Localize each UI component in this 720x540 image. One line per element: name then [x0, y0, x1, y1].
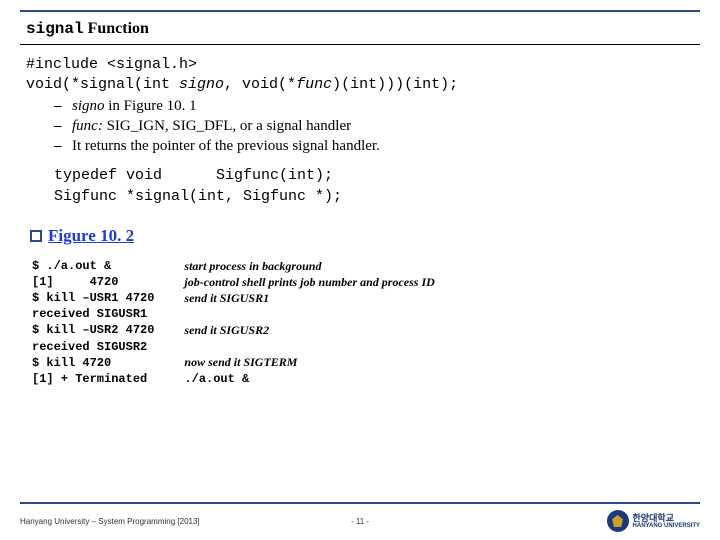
- dash-icon: –: [54, 136, 72, 156]
- tr4: send it SIGUSR2: [184, 322, 434, 338]
- decl-a: void(*signal(int: [26, 76, 179, 93]
- signal-decl: void(*signal(int signo, void(*func)(int)…: [26, 75, 694, 95]
- page-number: - 11 -: [351, 517, 369, 526]
- tr2: send it SIGUSR1: [184, 290, 434, 306]
- figure-link[interactable]: Figure 10. 2: [48, 226, 134, 245]
- decl-e: )(int)))(int);: [332, 76, 458, 93]
- bullet-1: – signo in Figure 10. 1: [54, 96, 694, 116]
- logo-kr: 한양대학교: [633, 514, 700, 523]
- logo-badge-icon: [607, 510, 629, 532]
- title-mono: signal: [26, 20, 84, 38]
- slide: signal Function #include <signal.h> void…: [0, 0, 720, 540]
- dash-icon: –: [54, 96, 72, 116]
- footer-left: Hanyang University – System Programming …: [20, 517, 200, 526]
- tr5: [184, 338, 434, 354]
- tr6: now send it SIGTERM: [184, 354, 434, 370]
- terminal-left: $ ./a.out & [1] 4720 $ kill –USR1 4720 r…: [32, 258, 154, 388]
- bullet-2: – func: SIG_IGN, SIG_DFL, or a signal ha…: [54, 116, 694, 136]
- terminal-example: $ ./a.out & [1] 4720 $ kill –USR1 4720 r…: [26, 256, 694, 388]
- bullet-list: – signo in Figure 10. 1 – func: SIG_IGN,…: [26, 96, 694, 157]
- hanyang-logo: 한양대학교 HANYANG UNIVERSITY: [607, 510, 700, 532]
- tr3: [184, 306, 434, 322]
- figure-heading: Figure 10. 2: [26, 217, 694, 256]
- terminal-right: start process in background job-control …: [184, 258, 434, 388]
- decl-func: func: [296, 76, 332, 93]
- include-line: #include <signal.h>: [26, 55, 694, 75]
- content: #include <signal.h> void(*signal(int sig…: [20, 55, 700, 387]
- square-bullet-icon: [30, 230, 42, 242]
- b2-rest: SIG_IGN, SIG_DFL, or a signal handler: [103, 118, 351, 134]
- b1-rest: in Figure 10. 1: [105, 98, 197, 114]
- bullet-3: – It returns the pointer of the previous…: [54, 136, 694, 156]
- logo-lion-icon: [612, 515, 624, 527]
- decl-signo: signo: [179, 76, 224, 93]
- tr1: job-control shell prints job number and …: [184, 274, 434, 290]
- top-rule: [20, 10, 700, 12]
- typedef-block: typedef void Sigfunc(int); Sigfunc *sign…: [26, 156, 694, 217]
- dash-icon: –: [54, 116, 72, 136]
- decl-c: , void(*: [224, 76, 296, 93]
- footer: Hanyang University – System Programming …: [20, 502, 700, 532]
- b2-italic: func:: [72, 118, 103, 134]
- title-rest: Function: [84, 20, 149, 37]
- tr7: ./a.out &: [184, 371, 434, 387]
- b3-rest: It returns the pointer of the previous s…: [72, 138, 380, 154]
- tr0: start process in background: [184, 258, 434, 274]
- slide-title: signal Function: [20, 18, 700, 44]
- b1-italic: signo: [72, 98, 105, 114]
- title-rule: [20, 44, 700, 45]
- logo-en: HANYANG UNIVERSITY: [633, 523, 700, 529]
